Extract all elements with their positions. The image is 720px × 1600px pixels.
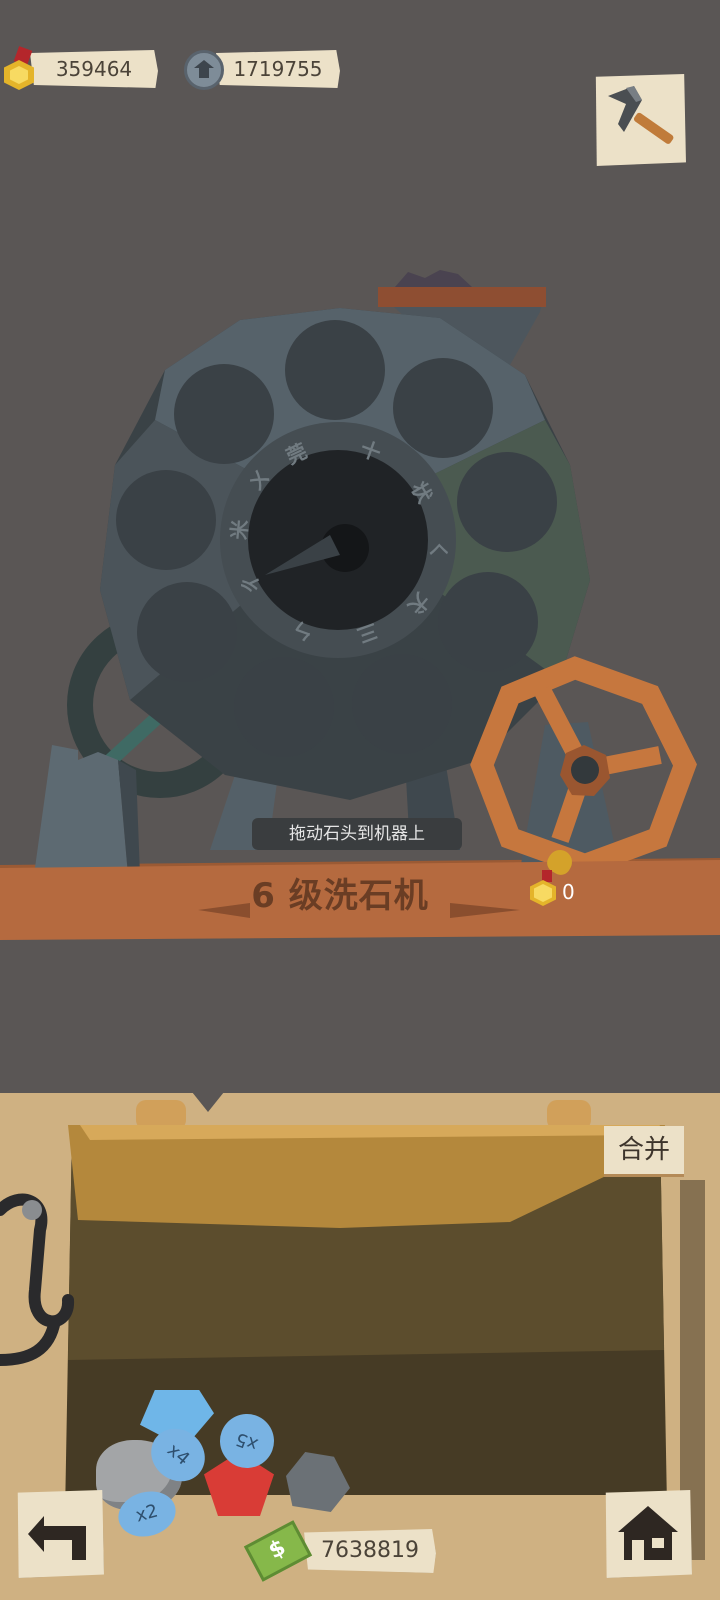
- money-counter: 7638819 $: [243, 1520, 438, 1582]
- hopper-lid: [378, 287, 546, 307]
- dial-symbols: 莞 十 状 ㄑ 犬 三 ㄣ ㄔ 米 ㄨ: [218, 420, 458, 660]
- grey-rock[interactable]: [286, 1452, 350, 1512]
- ore-pile: [395, 270, 472, 287]
- hook-icon: [0, 1193, 74, 1366]
- medal-count: 359464: [55, 57, 133, 81]
- drag-hint: 拖动石头到机器上: [252, 818, 462, 850]
- reward-value: 0: [562, 880, 575, 904]
- money-counter-bg: 7638819: [304, 1529, 436, 1573]
- money-count: 7638819: [321, 1538, 419, 1563]
- dial-symbol-4: ㄑ: [426, 539, 451, 560]
- home-button[interactable]: [605, 1490, 692, 1578]
- gear-coin-icon: [184, 50, 224, 90]
- dial-symbol-6: 三: [353, 618, 381, 648]
- gear-counter-bg: 1719755: [216, 50, 340, 88]
- multiplier-x4-text: x4: [163, 1439, 194, 1470]
- dial-symbol-1: 莞: [282, 438, 311, 469]
- dial-symbol-10: ㄨ: [243, 465, 275, 496]
- reward-ribbon-icon: [542, 870, 552, 882]
- tool-button[interactable]: [595, 74, 686, 166]
- multiplier-x5-text: x5: [232, 1427, 261, 1456]
- merge-label: 合并: [617, 1135, 670, 1165]
- multiplier-x2-text: x2: [133, 1500, 161, 1527]
- drag-hint-text: 拖动石头到机器上: [289, 824, 425, 844]
- reward-indicator: 0: [528, 842, 588, 912]
- back-button[interactable]: [17, 1490, 104, 1578]
- slot-8: [116, 470, 216, 570]
- house-icon: [618, 1506, 678, 1560]
- dial-symbol-2: 十: [356, 436, 384, 466]
- machine-title: 6 级洗石机: [251, 876, 429, 916]
- slot-3: [457, 452, 557, 552]
- merge-button[interactable]: 合并: [604, 1126, 684, 1174]
- dial-symbol-9: 米: [226, 518, 253, 541]
- dial-symbol-7: ㄣ: [290, 616, 318, 646]
- slot-1: [285, 320, 385, 420]
- dial-symbol-5: 犬: [403, 588, 435, 619]
- left-stand: [34, 745, 128, 875]
- pickaxe-icon: [608, 86, 674, 144]
- dial-symbol-8: ㄔ: [236, 569, 267, 599]
- medal-counter: 359464: [4, 46, 164, 94]
- slot-6: [234, 657, 334, 757]
- reward-medal-icon: [530, 880, 556, 906]
- dial-symbol-3: 状: [406, 477, 438, 507]
- back-arrow-icon: [28, 1516, 86, 1560]
- gear-count: 1719755: [233, 57, 323, 81]
- slot-5: [352, 654, 452, 754]
- gear-counter: 1719755: [184, 46, 344, 94]
- medal-counter-bg: 359464: [30, 50, 158, 88]
- medal-icon: [4, 60, 34, 90]
- cash-icon: $: [243, 1520, 313, 1582]
